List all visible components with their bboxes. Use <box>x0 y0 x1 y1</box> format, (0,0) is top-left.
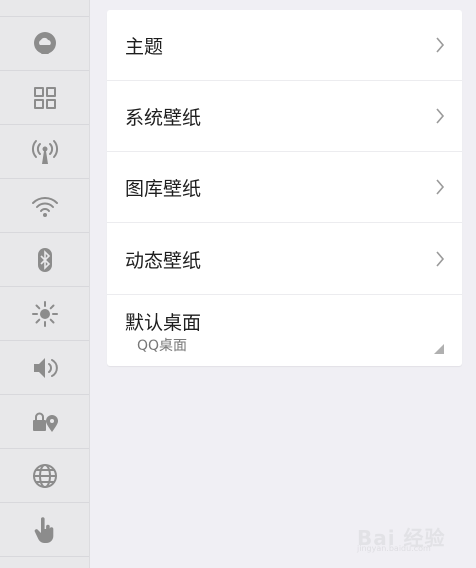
sidebar-item-language[interactable] <box>0 449 89 503</box>
brightness-icon <box>31 300 58 327</box>
chevron-right-icon <box>436 251 445 267</box>
chevron-right-icon <box>436 37 445 53</box>
globe-icon <box>32 463 57 488</box>
chevron-right-icon <box>436 179 445 195</box>
display-icon <box>31 0 59 4</box>
row-theme[interactable]: 主题 <box>107 10 462 81</box>
row-live-wallpaper[interactable]: 动态壁纸 <box>107 223 462 295</box>
sidebar-item-hotspot[interactable] <box>0 125 89 179</box>
row-label: 动态壁纸 <box>125 250 202 272</box>
watermark-subtext: jingyan.baidu.com <box>357 544 431 553</box>
row-label: 图库壁纸 <box>125 178 202 200</box>
chevron-right-icon <box>436 108 445 124</box>
sidebar-item-bluetooth[interactable] <box>0 233 89 287</box>
sidebar-item-cloud[interactable] <box>0 17 89 71</box>
grid-apps-icon <box>33 86 56 109</box>
row-label: 系统壁纸 <box>125 107 202 129</box>
sidebar-item-sound[interactable] <box>0 341 89 395</box>
row-value: QQ桌面 <box>137 338 188 354</box>
lock-location-icon <box>32 412 58 432</box>
bluetooth-icon <box>37 247 52 272</box>
row-default-launcher[interactable]: 默认桌面 QQ桌面 <box>107 295 462 366</box>
row-label: 主题 <box>125 36 164 58</box>
dropdown-corner-icon <box>434 344 444 354</box>
watermark: Bai 经验 jingyan.baidu.com <box>357 512 457 553</box>
sidebar-item-wifi[interactable] <box>0 179 89 233</box>
row-gallery-wallpaper[interactable]: 图库壁纸 <box>107 152 462 223</box>
sidebar-item-display[interactable] <box>0 0 89 17</box>
hotspot-antenna-icon <box>31 139 58 164</box>
settings-card: 主题 系统壁纸 图库壁纸 动态壁纸 默认桌面 QQ桌面 <box>107 10 462 366</box>
hand-pointer-icon <box>34 516 53 543</box>
row-label: 默认桌面 <box>125 312 202 334</box>
sidebar-item-apps[interactable] <box>0 71 89 125</box>
sidebar-item-security[interactable] <box>0 395 89 449</box>
settings-sidebar <box>0 0 90 568</box>
wifi-icon <box>31 196 58 217</box>
row-system-wallpaper[interactable]: 系统壁纸 <box>107 81 462 152</box>
sidebar-item-gestures[interactable] <box>0 503 89 557</box>
sidebar-item-brightness[interactable] <box>0 287 89 341</box>
volume-icon <box>33 357 58 378</box>
cloud-chat-icon <box>33 31 56 54</box>
